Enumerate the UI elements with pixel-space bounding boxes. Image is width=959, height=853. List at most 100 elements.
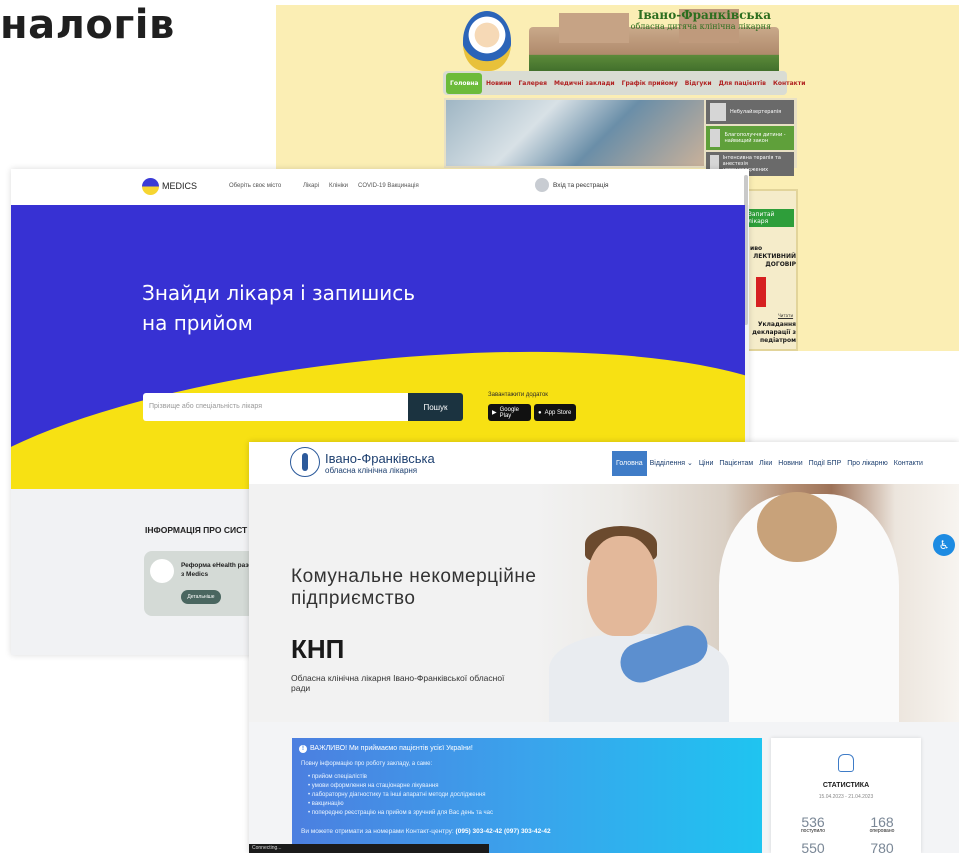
page-heading: налогів <box>0 2 175 48</box>
search-button[interactable]: Пошук <box>408 393 463 421</box>
nav-clinics[interactable]: Клініки <box>329 183 348 189</box>
medics-logo-icon[interactable] <box>142 178 159 195</box>
clinical-hospital-hero: ♿ Комунальне некомерційне підприємство К… <box>249 484 959 722</box>
mascot-flower-logo <box>463 11 511 71</box>
apple-icon: ● <box>538 409 542 416</box>
city-selector[interactable]: Оберіть своє місто <box>229 183 281 189</box>
nav-item-contacts[interactable]: Контакти <box>769 80 808 87</box>
news-item[interactable]: Благополуччя дитини - найвищий закон <box>706 126 794 150</box>
news-item-title: Небулайзертерапія <box>730 109 782 115</box>
hero-title: Знайди лікаря і запишись на прийом <box>142 281 416 335</box>
nav-item-reviews[interactable]: Відгуки <box>681 80 715 87</box>
collective-agreement-link[interactable]: ЛЕКТИВНИЙ ДОГОВІР <box>746 253 796 269</box>
phone-numbers[interactable]: (095) 303-42-42 (097) 303-42-42 <box>456 828 551 835</box>
phone-prefix: Ви можете отримати за номерами Контакт-ц… <box>301 828 454 835</box>
read-more-link[interactable]: Читати <box>778 313 793 318</box>
notice-title-text: ВАЖЛИВО! Ми приймаємо пацієнтів усієї Ук… <box>310 745 473 752</box>
nav-item-schedule[interactable]: Графік прийому <box>618 80 681 87</box>
nav-item-contacts[interactable]: Контакти <box>891 460 926 467</box>
clinical-hospital-title[interactable]: Івано-Франківська <box>325 451 435 466</box>
ask-doctor-button[interactable]: Запитай лікаря <box>748 209 794 227</box>
stat-value: 780 <box>870 840 894 853</box>
hero-subtitle: Обласна клінічна лікарня Івано-Франківсь… <box>291 673 505 693</box>
stat-admitted: 536 поступило <box>788 814 838 834</box>
download-app-label: Завантажити додаток <box>488 392 548 398</box>
nav-covid-vaccination[interactable]: COVID-19 Вакцинація <box>358 183 419 189</box>
browser-status-bar: Connecting... <box>249 844 489 853</box>
play-icon: ▶ <box>492 410 497 416</box>
hero-knp: КНП <box>291 634 345 664</box>
patient-face <box>587 536 657 636</box>
card-avatar <box>150 559 174 583</box>
clinical-hospital-header: Івано-Франківська обласна клінічна лікар… <box>249 442 959 484</box>
doctor-search-input[interactable]: Прізвище або спеціальність лікаря <box>143 393 408 421</box>
children-hospital-banner: Івано-Франківська обласна дитяча клінічн… <box>451 5 786 73</box>
children-hospital-content: Небулайзертерапія Благополуччя дитини - … <box>444 98 797 176</box>
notice-phone-line: Ви можете отримати за номерами Контакт-ц… <box>301 828 551 835</box>
details-button[interactable]: Детальніше <box>181 590 221 604</box>
nav-item-prices[interactable]: Ціни <box>696 460 717 467</box>
google-play-button[interactable]: ▶ Google Play <box>488 404 531 421</box>
notice-title: ! ВАЖЛИВО! Ми приймаємо пацієнтів усієї У… <box>299 745 473 753</box>
notice-intro: Повну інформацію про роботу закладу, а с… <box>301 761 433 767</box>
medics-logo-text[interactable]: MEDICS <box>162 181 197 191</box>
hospital-logo-icon[interactable] <box>290 447 320 477</box>
news-thumbnail <box>710 103 726 121</box>
nav-item-bpr-events[interactable]: Події БПР <box>806 460 845 467</box>
nav-item-medical[interactable]: Медичні заклади <box>551 80 619 87</box>
newborn-photo[interactable] <box>446 100 704 166</box>
sidebar-label: иво <box>750 245 763 252</box>
info-card: Реформа eHealth разом з Medics Детальніш… <box>144 551 264 616</box>
stat-fourth: 780 <box>857 840 907 853</box>
nav-item-home[interactable]: Головна <box>446 72 483 94</box>
accessibility-icon[interactable]: ♿ <box>933 534 955 556</box>
statistics-panel: СТАТИСТИКА 15.04.2023 - 21.04.2023 536 по… <box>771 738 921 853</box>
stat-third: 550 <box>788 840 838 853</box>
notice-list-item: прийом спеціалістів <box>308 773 493 782</box>
info-icon: ! <box>299 745 307 753</box>
news-item[interactable]: Небулайзертерапія <box>706 100 794 124</box>
info-section-title: ІНФОРМАЦІЯ ПРО СИСТ <box>145 525 248 535</box>
stats-date-range: 15.04.2023 - 21.04.2023 <box>818 794 874 800</box>
stat-label: оперовано <box>869 828 895 834</box>
notice-list: прийом спеціалістів умови оформлення на … <box>308 773 493 818</box>
exclamation-icon <box>756 277 766 307</box>
app-store-label: App Store <box>544 409 572 416</box>
nav-item-home[interactable]: Головна <box>612 450 647 476</box>
medics-nav: Лікарі Клініки COVID-19 Вакцинація <box>303 183 419 189</box>
children-hospital-nav: Головна Новини Галерея Медичні заклади Г… <box>443 71 805 95</box>
notice-list-item: попередню реєстрацію на прийом в зручний… <box>308 809 493 818</box>
clinical-hospital-subtitle: обласна клінічна лікарня <box>325 466 418 475</box>
doctor-icon <box>838 754 854 772</box>
nav-item-departments[interactable]: Відділення ⌄ <box>647 459 696 467</box>
children-hospital-sidebar: Запитай лікаря иво ЛЕКТИВНИЙ ДОГОВІР Чит… <box>744 189 798 351</box>
medics-header: MEDICS Оберіть своє місто Лікарі Клініки… <box>11 169 749 205</box>
doctor-hair <box>757 492 837 562</box>
news-list: Небулайзертерапія Благополуччя дитини - … <box>706 100 794 178</box>
notice-list-item: умови оформлення на стаціонарне лікуванн… <box>308 782 493 791</box>
nav-item-patients[interactable]: Для пацієнтів <box>715 80 769 87</box>
declaration-link[interactable]: Укладання декларації з педіатром <box>746 321 796 345</box>
important-notice: ! ВАЖЛИВО! Ми приймаємо пацієнтів усієї У… <box>292 738 762 853</box>
nav-item-about[interactable]: Про лікарню <box>844 460 891 467</box>
nav-item-news[interactable]: Новини <box>482 80 515 87</box>
user-avatar-icon[interactable] <box>535 178 549 192</box>
app-store-button[interactable]: ● App Store <box>534 404 576 421</box>
nav-item-medicines[interactable]: Ліки <box>756 460 775 467</box>
nav-item-gallery[interactable]: Галерея <box>515 80 551 87</box>
nav-item-patients[interactable]: Пацієнтам <box>716 460 756 467</box>
notice-list-item: вакцинацію <box>308 800 493 809</box>
nav-item-news[interactable]: Новини <box>775 460 805 467</box>
stat-label: поступило <box>800 828 826 834</box>
stats-title: СТАТИСТИКА <box>822 782 870 789</box>
children-hospital-subtitle: обласна дитяча клінічна лікарня <box>630 22 771 31</box>
google-play-label: Google Play <box>499 406 519 419</box>
nav-doctors[interactable]: Лікарі <box>303 183 319 189</box>
news-item-title: Благополуччя дитини - найвищий закон <box>724 132 786 144</box>
hero-title: Комунальне некомерційне підприємство <box>291 566 537 609</box>
clinical-hospital-nav: Головна Відділення ⌄ Ціни Пацієнтам Ліки… <box>612 450 926 476</box>
stat-operated: 168 оперовано <box>857 814 907 834</box>
notice-list-item: лабораторну діагностику та інші апаратні… <box>308 791 493 800</box>
stat-value: 550 <box>801 840 825 853</box>
login-link[interactable]: Вхід та реєстрація <box>553 182 609 189</box>
